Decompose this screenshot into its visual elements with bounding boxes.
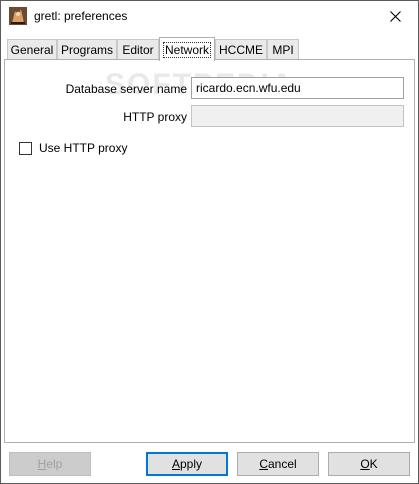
- tab-hccme[interactable]: HCCME: [215, 39, 267, 60]
- tab-label: Network: [162, 41, 212, 58]
- cancel-button-mnemonic: C: [259, 457, 268, 471]
- tab-mpi[interactable]: MPI: [267, 39, 299, 60]
- tab-label: MPI: [272, 43, 294, 57]
- tab-label: Programs: [60, 43, 113, 57]
- db-server-input[interactable]: [191, 77, 404, 99]
- help-button-mnemonic: H: [37, 457, 47, 471]
- tab-label: Editor: [122, 43, 154, 57]
- tab-general[interactable]: General: [7, 39, 57, 60]
- close-button[interactable]: [372, 1, 418, 32]
- use-proxy-checkbox[interactable]: [19, 141, 32, 155]
- tab-programs[interactable]: Programs: [57, 39, 117, 60]
- cancel-button-label-rest: ancel: [267, 457, 297, 471]
- ok-button[interactable]: OK: [328, 452, 410, 476]
- cancel-button[interactable]: Cancel: [237, 452, 319, 476]
- use-proxy-checkbox-row[interactable]: Use HTTP proxy: [19, 141, 127, 155]
- tab-label: General: [10, 43, 54, 57]
- gretl-app-icon: [9, 7, 27, 25]
- use-proxy-label: Use HTTP proxy: [39, 141, 128, 155]
- preferences-window: gretl: preferences General Programs Edit…: [0, 0, 419, 484]
- ok-button-label-rest: K: [369, 457, 378, 471]
- title-bar[interactable]: gretl: preferences: [1, 1, 418, 32]
- db-server-label: Database server name: [65, 82, 187, 96]
- tab-label: HCCME: [219, 43, 263, 57]
- window-title: gretl: preferences: [34, 9, 128, 23]
- http-proxy-label: HTTP proxy: [123, 110, 187, 124]
- apply-button-mnemonic: A: [171, 457, 180, 471]
- tab-network[interactable]: Network: [159, 37, 215, 61]
- http-proxy-input[interactable]: [191, 105, 404, 127]
- tab-editor[interactable]: Editor: [117, 39, 159, 60]
- tab-bar: General Programs Editor Network HCCME MP…: [4, 37, 415, 61]
- help-button-label-rest: elp: [46, 457, 63, 471]
- close-icon: [389, 11, 401, 22]
- help-button[interactable]: Help: [9, 452, 91, 476]
- apply-button-label-rest: pply: [180, 457, 203, 471]
- network-tab-panel: SOFTPEDIA Database server name HTTP prox…: [4, 59, 415, 443]
- apply-button[interactable]: Apply: [146, 452, 228, 476]
- ok-button-mnemonic: O: [360, 457, 370, 471]
